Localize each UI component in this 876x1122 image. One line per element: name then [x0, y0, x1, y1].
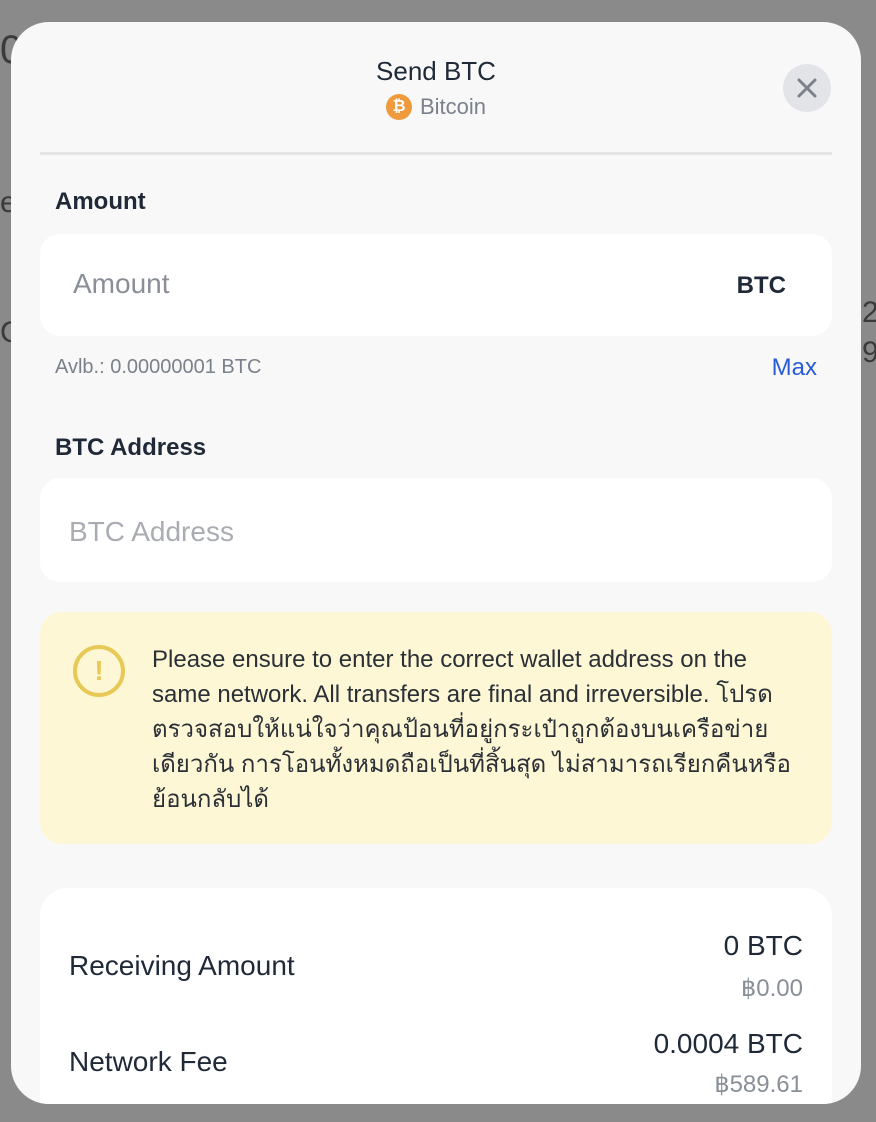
network-fee-label: Network Fee	[69, 1046, 228, 1077]
modal-header: Send BTC ₿ Bitcoin	[11, 22, 861, 155]
close-icon	[797, 78, 817, 98]
bitcoin-icon: ₿	[385, 94, 412, 120]
header-divider	[40, 152, 832, 155]
network-fee-fiat: ฿589.61	[714, 1071, 803, 1098]
close-button[interactable]	[783, 64, 831, 112]
amount-unit: BTC	[736, 272, 786, 299]
modal-subtitle: ₿ Bitcoin	[11, 94, 861, 120]
available-balance: Avlb.: 0.00000001 BTC	[55, 356, 262, 378]
modal-title: Send BTC	[376, 56, 496, 86]
warning-text: Please ensure to enter the correct walle…	[152, 646, 791, 813]
receiving-amount-label: Receiving Amount	[69, 950, 295, 981]
max-button[interactable]: Max	[772, 354, 817, 382]
background-fragment: 2	[862, 296, 876, 329]
network-fee-value: 0.0004 BTC	[653, 1028, 803, 1059]
transaction-summary: Receiving Amount 0 BTC ฿0.00 Network Fee…	[40, 888, 832, 1104]
address-label: BTC Address	[55, 434, 207, 461]
receiving-amount-value: 0 BTC	[723, 930, 803, 961]
send-btc-modal: Send BTC ₿ Bitcoin Amount Amount BTC Avl…	[11, 22, 861, 1104]
amount-label: Amount	[55, 188, 146, 215]
background-fragment: 9	[862, 336, 876, 369]
receiving-amount-fiat: ฿0.00	[741, 975, 803, 1002]
coin-name: Bitcoin	[419, 94, 487, 119]
warning-icon: !	[73, 645, 125, 697]
amount-input[interactable]: Amount BTC	[40, 234, 832, 336]
amount-placeholder: Amount	[73, 268, 170, 299]
address-input[interactable]: BTC Address	[40, 478, 832, 582]
address-placeholder: BTC Address	[69, 516, 234, 547]
warning-box: ! Please ensure to enter the correct wal…	[40, 612, 832, 844]
